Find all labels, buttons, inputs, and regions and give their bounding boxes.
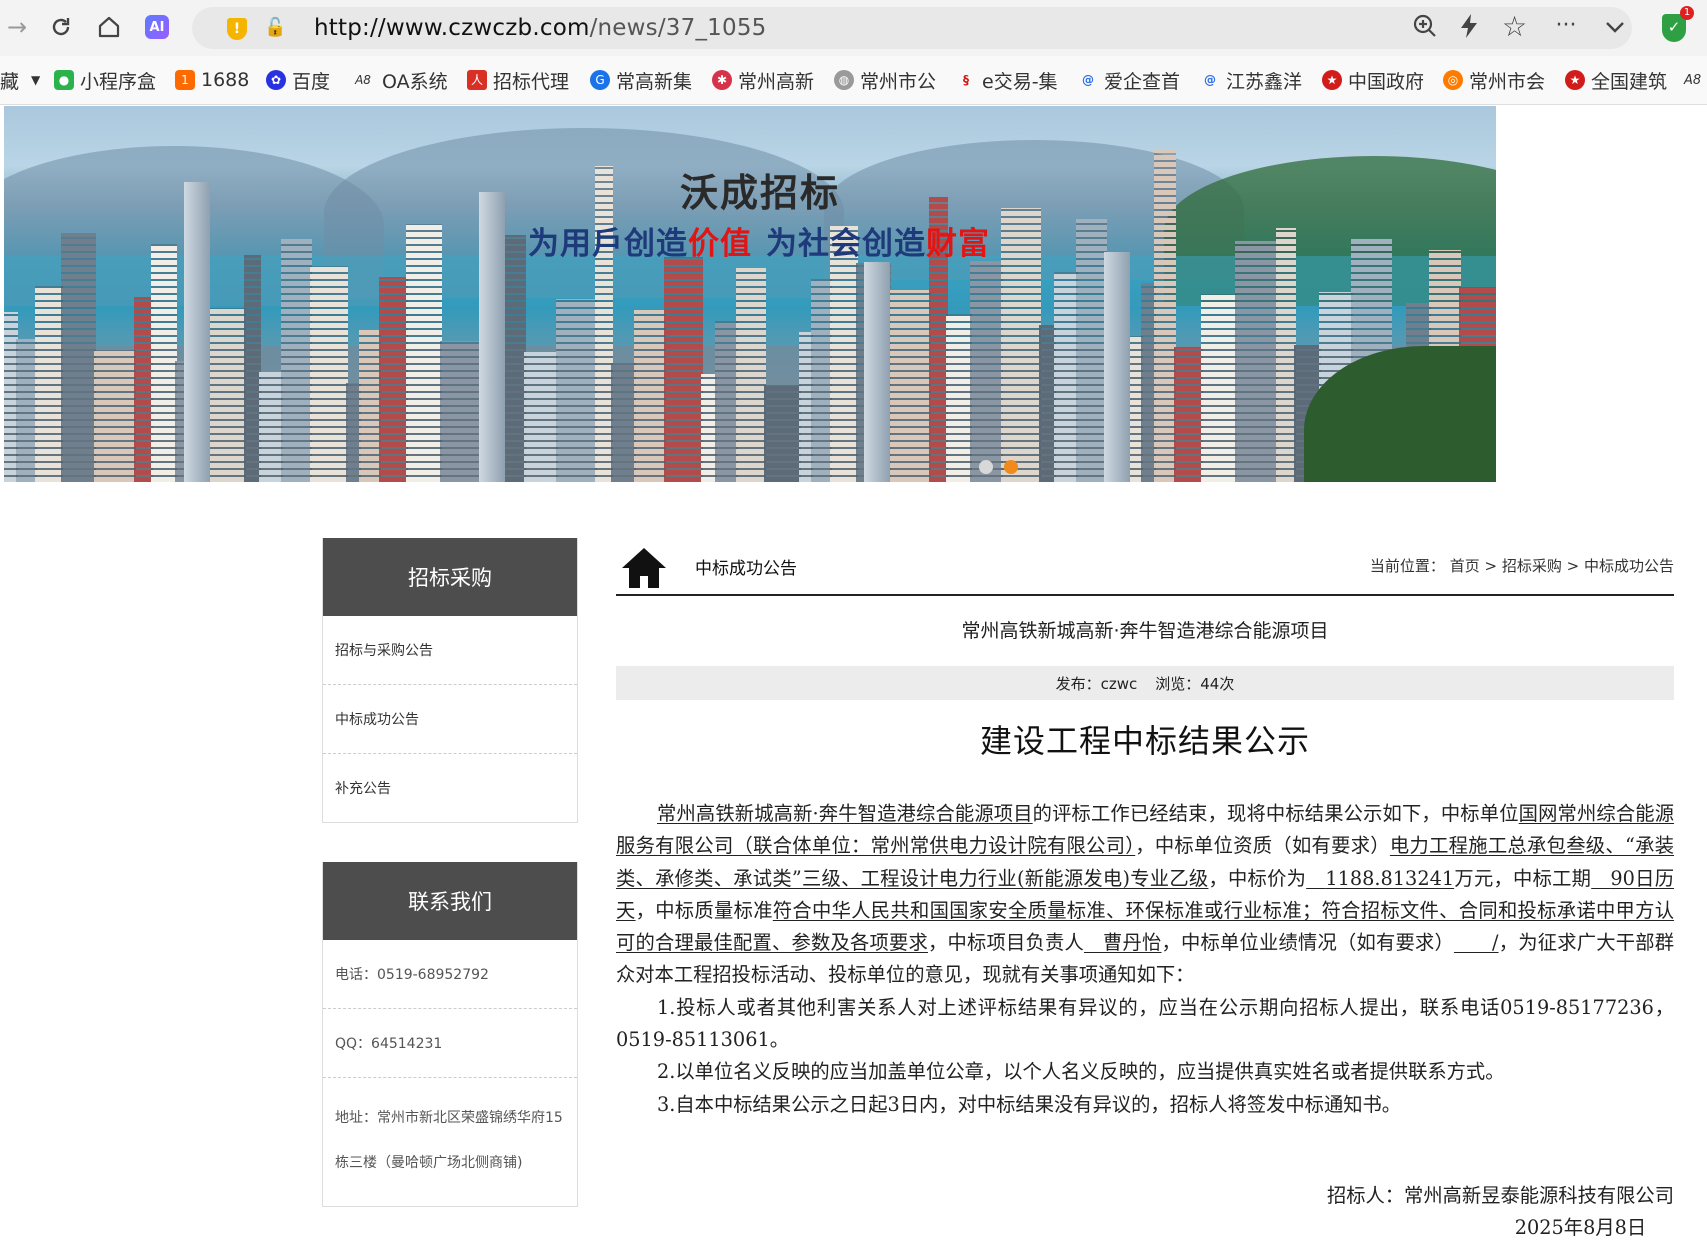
view-count: 浏览：44次: [1155, 674, 1235, 693]
publisher: 发布：czwc: [1055, 674, 1138, 693]
signature-block: 招标人：常州高新昱泰能源科技有限公司 2025年8月8日: [1327, 1180, 1674, 1244]
bookmark-item[interactable]: @ 江苏鑫洋: [1200, 68, 1302, 93]
article-paragraph: 常州高铁新城高新·奔牛智造港综合能源项目的评标工作已经结束，现将中标结果公示如下…: [616, 802, 1675, 987]
banner-slogan: 为用戶创造价值 为社会创造财富: [528, 226, 990, 262]
more-icon[interactable]: ···: [1549, 8, 1583, 42]
bookmark-item[interactable]: 1 1688: [175, 68, 249, 92]
house-icon: [622, 548, 666, 588]
section-title: 中标成功公告: [695, 559, 797, 579]
emblem-icon: ✱: [712, 70, 732, 90]
zoom-icon[interactable]: [1412, 13, 1438, 45]
breadcrumb-current[interactable]: 中标成功公告: [1584, 557, 1674, 575]
bookmark-item[interactable]: ✿ 百度: [266, 68, 330, 93]
slide-dot-active[interactable]: [1004, 460, 1018, 474]
bookmark-item[interactable]: ✱ 常州高新: [712, 68, 814, 93]
document-title: 建设工程中标结果公示: [979, 722, 1310, 760]
nav-item-supplementary[interactable]: 补充公告: [323, 754, 577, 822]
bookmark-item[interactable]: ◎ 常州市会: [1443, 68, 1545, 93]
bookmark-item[interactable]: § e交易-集: [956, 68, 1058, 93]
contact-box: 联系我们 电话：0519-68952792 QQ：64514231 地址：常州市…: [322, 862, 578, 1207]
forward-icon[interactable]: →: [0, 10, 34, 44]
chevron-down-icon[interactable]: [1598, 10, 1632, 44]
bookmark-item[interactable]: ◍ 常州市公: [834, 68, 936, 93]
nav-item-tender-announcement[interactable]: 招标与采购公告: [323, 616, 577, 685]
reload-icon[interactable]: [44, 10, 78, 44]
banner-title: 沃成招标: [680, 171, 841, 215]
sign-date: 2025年8月8日: [1514, 1216, 1647, 1239]
project-name: 常州高铁新城高新·奔牛智造港综合能源项目: [961, 620, 1329, 642]
notice-item-2: 2.以单位名义反映的应当加盖单位公章，以个人名义反映的，应当提供真实姓名或者提供…: [657, 1060, 1505, 1084]
oa-icon: A8: [1684, 72, 1702, 88]
oa-icon: A8: [355, 73, 371, 87]
bookmark-star-icon[interactable]: ☆: [1502, 10, 1527, 43]
nav-item-award-announcement[interactable]: 中标成功公告: [323, 685, 577, 754]
notice-item-3: 3.自本中标结果公示之日起3日内，对中标结果没有异议的，招标人将签发中标通知书。: [657, 1092, 1402, 1116]
contact-phone: 电话：0519-68952792: [323, 940, 577, 1009]
1688-icon: 1: [175, 70, 195, 90]
procurement-nav: 招标采购 招标与采购公告 中标成功公告 补充公告: [322, 538, 578, 823]
home-icon[interactable]: [92, 10, 126, 44]
notice-item-1: 1.投标人或者其他利害关系人对上述评标结果有异议的，应当在公示期向招标人提出，联…: [616, 995, 1674, 1052]
browser-toolbar: → AI ! 🔓 http://www.czwczb.com/news/37_1…: [0, 0, 1707, 56]
bookmark-item[interactable]: A8 OA系统: [350, 68, 448, 93]
aiqicha-icon: @: [1082, 73, 1094, 87]
bookmark-item[interactable]: ★ 全国建筑: [1565, 68, 1667, 93]
security-warning-icon[interactable]: !: [227, 18, 247, 40]
bookmark-item[interactable]: ● 小程序盒: [54, 68, 156, 93]
url-host: http://www.czwczb.com: [314, 15, 590, 41]
insecure-lock-icon[interactable]: 🔓: [264, 17, 286, 38]
breadcrumb-procurement[interactable]: 招标采购: [1502, 557, 1562, 575]
hero-banner: 沃成招标 为用戶创造价值 为社会创造财富: [4, 106, 1496, 482]
bookmark-item[interactable]: @ 爱企查首: [1078, 68, 1180, 93]
swirl-icon: G: [590, 70, 610, 90]
bookmark-item[interactable]: 藏 ▼: [0, 68, 41, 93]
aiqicha-icon: @: [1204, 73, 1216, 87]
national-emblem-icon: ★: [1322, 70, 1342, 90]
bookmark-item[interactable]: ★ 中国政府: [1322, 68, 1424, 93]
globe-icon: ◍: [834, 70, 854, 90]
miniprogram-icon: ●: [54, 70, 74, 90]
bookmark-overflow[interactable]: A8: [1684, 68, 1701, 92]
url-path: /news/37_1055: [589, 15, 767, 41]
article-meta: 发布：czwc 浏览：44次: [616, 666, 1674, 700]
contact-address: 地址：常州市新北区荣盛锦绣华府15 栋三楼（曼哈顿广场北侧商铺): [335, 1110, 563, 1171]
slide-dot[interactable]: [979, 460, 993, 474]
e-exchange-icon: §: [963, 73, 969, 87]
bookmark-item[interactable]: 人招标代理: [467, 68, 569, 93]
baidu-paw-icon: ✿: [266, 70, 286, 90]
pdf-icon: 人: [467, 70, 487, 90]
bookmarks-bar: 藏 ▼ ● 小程序盒 1 1688 ✿ 百度 A8 OA系统 人招标代理 G 常高新集 ✱ 常…: [0, 56, 1707, 105]
contact-title: 联系我们: [323, 862, 577, 940]
national-emblem-icon: ★: [1565, 70, 1585, 90]
article-body: 常州高铁新城高新·奔牛智造港综合能源项目的评标工作已经结束，现将中标结果公示如下…: [616, 798, 1674, 1121]
signer: 招标人：常州高新昱泰能源科技有限公司: [1326, 1184, 1674, 1207]
dropdown-arrow-icon: ▼: [31, 73, 41, 87]
contact-qq: QQ：64514231: [323, 1009, 577, 1078]
bookmark-item[interactable]: G 常高新集: [590, 68, 692, 93]
breadcrumb-home[interactable]: 首页: [1450, 557, 1480, 575]
orange-ring-icon: ◎: [1443, 70, 1463, 90]
url-text[interactable]: http://www.czwczb.com/news/37_1055: [314, 15, 767, 41]
ai-assistant-icon[interactable]: AI: [145, 15, 169, 39]
lightning-icon[interactable]: [1457, 13, 1481, 45]
address-bar[interactable]: ! 🔓 http://www.czwczb.com/news/37_1055 ☆: [192, 7, 1632, 49]
nav-title: 招标采购: [323, 538, 577, 616]
breadcrumb: 当前位置： 首页 > 招标采购 > 中标成功公告: [1369, 557, 1674, 575]
notification-badge: 1: [1680, 6, 1694, 20]
breadcrumb-label: 当前位置：: [1369, 557, 1445, 575]
section-header: 中标成功公告 当前位置： 首页 > 招标采购 > 中标成功公告: [616, 540, 1674, 596]
